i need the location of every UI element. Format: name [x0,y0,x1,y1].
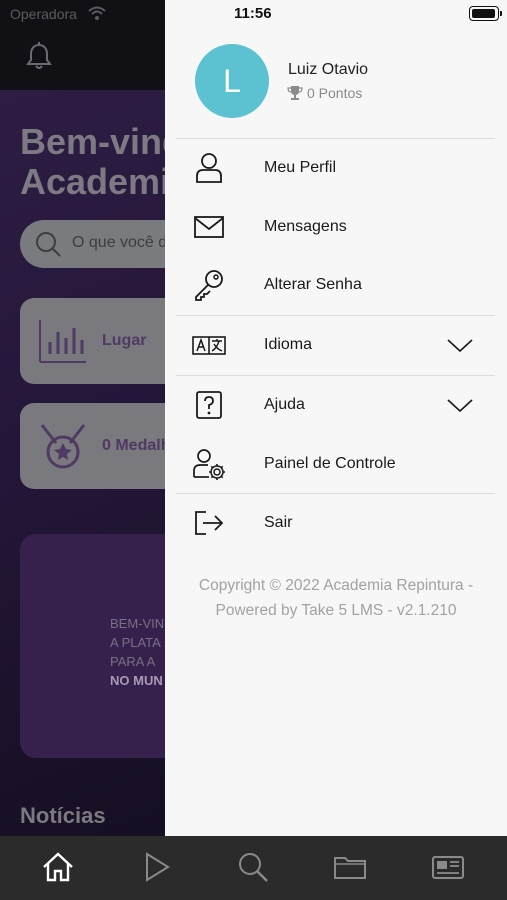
translate-icon [191,328,227,362]
tab-news[interactable] [431,850,465,884]
status-time: 11:56 [234,5,272,22]
tab-bar [0,836,507,900]
menu-item-label: Ajuda [264,396,305,413]
tab-folder[interactable] [333,850,367,884]
search-placeholder: O que você d [72,234,168,251]
menu-item-label: Sair [264,514,293,531]
battery-icon [469,6,499,21]
user-name: Luiz Otavio [288,61,369,78]
envelope-icon [191,210,227,244]
menu-item-label: Painel de Controle [264,455,396,472]
wifi-icon [88,6,106,20]
menu-item-control-panel[interactable]: Painel de Controle [165,435,507,493]
menu-item-label: Mensagens [264,218,347,235]
user-points: 0 Pontos [287,85,362,101]
battery-tip [500,11,502,16]
menu-item-language[interactable]: Idioma [165,316,507,374]
news-heading: Notícias [20,803,106,828]
ranking-label: Lugar [102,332,147,349]
carrier-label: Operadora [10,6,77,22]
medal-icon [40,424,86,469]
tab-search[interactable] [236,850,270,884]
logout-icon [191,506,227,540]
chevron-down-icon[interactable] [446,336,474,354]
news-icon [432,856,464,879]
chevron-down-icon[interactable] [446,396,474,414]
trophy-icon [287,86,303,100]
folder-icon [334,857,366,879]
user-icon [191,151,227,185]
points-label: 0 Pontos [307,85,363,101]
search-icon [239,853,268,882]
play-icon [146,852,170,882]
key-icon [191,268,227,302]
side-drawer: 11:56 L Luiz Otavio 0 Pontos Meu Perfil … [165,0,507,836]
help-icon [191,388,227,422]
user-settings-icon [191,447,227,481]
avatar[interactable]: L [195,44,269,118]
copyright-text: Copyright © 2022 Academia Repintura - Po… [198,577,474,619]
bar-chart-icon [39,320,86,363]
tab-home[interactable] [41,850,75,884]
banner-text: BEM-VIN A PLATA PARA A NO MUN [110,616,165,688]
menu-item-logout[interactable]: Sair [165,494,507,552]
bell-icon[interactable] [26,42,52,70]
menu-item-change-password[interactable]: Alterar Senha [165,256,507,314]
menu-item-label: Alterar Senha [264,276,362,293]
search-icon [36,232,61,257]
menu-item-profile[interactable]: Meu Perfil [165,139,507,197]
menu-item-messages[interactable]: Mensagens [165,198,507,256]
menu-item-label: Idioma [264,336,313,353]
home-icon [43,852,73,882]
menu-item-label: Meu Perfil [264,159,337,176]
menu-item-help[interactable]: Ajuda [165,376,507,434]
tab-play[interactable] [139,850,173,884]
medals-label: 0 Medalh [102,437,171,454]
